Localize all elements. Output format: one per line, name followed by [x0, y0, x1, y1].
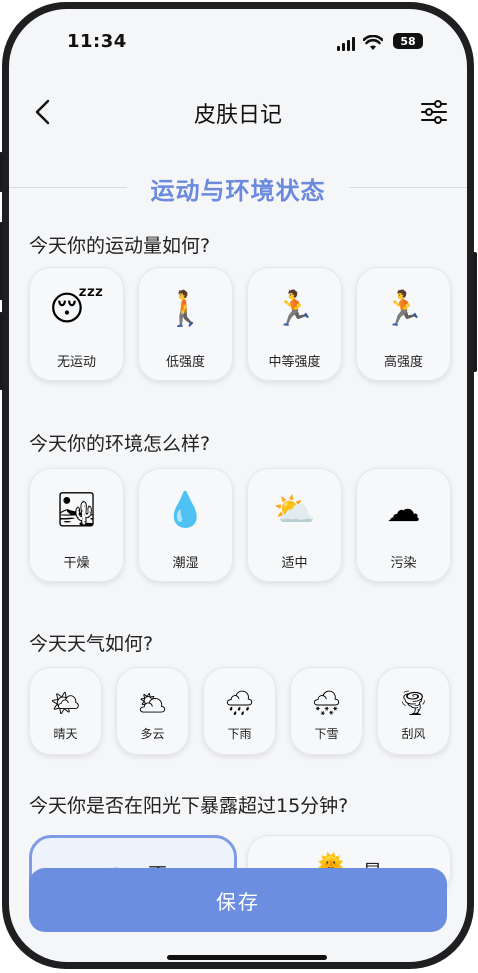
option-label: 多云: [140, 727, 165, 741]
walking-person-icon: 🚶: [164, 289, 207, 329]
sleeping-person-icon: 😴: [49, 289, 104, 329]
running-person-icon: 🏃: [382, 289, 425, 329]
environment-option-humid[interactable]: 💧 潮湿: [138, 468, 233, 582]
sun-small-cloud-icon: 🌤: [50, 689, 81, 717]
weather-option-windy[interactable]: 🌪 刮风: [377, 667, 450, 755]
phone-frame: 11:34 58 皮肤日记 运动与环境状态 今天你的运动量如何? 😴 无运动 🚶…: [0, 2, 477, 969]
sun-behind-cloud-icon: ⛅: [273, 490, 316, 530]
jogging-person-icon: 🏃: [273, 289, 316, 329]
weather-option-sunny[interactable]: 🌤 晴天: [29, 667, 102, 755]
status-time: 11:34: [67, 31, 127, 52]
environment-question: 今天你的环境怎么样?: [29, 433, 211, 455]
option-label: 污染: [390, 556, 417, 571]
option-label: 低强度: [165, 355, 205, 370]
desert-icon: 🏜: [54, 490, 99, 530]
environment-option-dry[interactable]: 🏜 干燥: [29, 468, 124, 582]
environment-option-moderate[interactable]: ⛅ 适中: [247, 468, 342, 582]
save-button[interactable]: 保存: [29, 868, 447, 932]
rain-cloud-icon: 🌧: [224, 689, 255, 717]
snow-cloud-icon: 🌨: [311, 689, 342, 717]
home-indicator[interactable]: [167, 955, 327, 960]
option-label: 高强度: [383, 355, 423, 370]
status-bar: 11:34 58: [9, 9, 467, 69]
option-label: 适中: [281, 556, 308, 571]
weather-question: 今天天气如何?: [29, 633, 154, 655]
exercise-option-low[interactable]: 🚶 低强度: [138, 267, 233, 381]
tornado-icon: 🌪: [398, 689, 429, 717]
exercise-option-none[interactable]: 😴 无运动: [29, 267, 124, 381]
exercise-option-high[interactable]: 🏃 高强度: [356, 267, 451, 381]
power-button: [473, 252, 477, 372]
option-label: 刮风: [401, 727, 426, 741]
droplet-icon: 💧: [164, 490, 207, 530]
exercise-option-medium[interactable]: 🏃 中等强度: [247, 267, 342, 381]
section-header: 运动与环境状态: [9, 167, 467, 207]
option-label: 干燥: [63, 556, 90, 571]
section-title: 运动与环境状态: [150, 177, 326, 205]
dark-cloud-icon: ☁: [386, 490, 421, 530]
weather-option-snow[interactable]: 🌨 下雪: [290, 667, 363, 755]
section-divider-right: [349, 187, 467, 188]
nav-header: 皮肤日记: [9, 87, 467, 137]
action-button: [0, 152, 3, 192]
option-label: 中等强度: [268, 355, 321, 370]
screen: 11:34 58 皮肤日记 运动与环境状态 今天你的运动量如何? 😴 无运动 🚶…: [9, 9, 467, 962]
weather-option-cloudy[interactable]: 🌥 多云: [116, 667, 189, 755]
wifi-icon: [363, 35, 383, 50]
filter-settings-icon[interactable]: [419, 97, 449, 127]
option-label: 潮湿: [172, 556, 199, 571]
weather-option-rain[interactable]: 🌧 下雨: [203, 667, 276, 755]
exercise-question: 今天你的运动量如何?: [29, 235, 211, 257]
volume-down-button: [0, 312, 3, 390]
option-label: 晴天: [53, 727, 78, 741]
volume-up-button: [0, 222, 3, 300]
option-label: 无运动: [56, 355, 96, 370]
page-title: 皮肤日记: [193, 103, 282, 128]
option-label: 下雪: [314, 727, 339, 741]
environment-option-polluted[interactable]: ☁ 污染: [356, 468, 451, 582]
battery-icon: 58: [393, 33, 423, 49]
cellular-signal-icon: [337, 37, 355, 51]
sun-exposure-question: 今天你是否在阳光下暴露超过15分钟?: [29, 795, 349, 817]
cloudy-icon: 🌥: [137, 689, 168, 717]
option-label: 下雨: [227, 727, 252, 741]
